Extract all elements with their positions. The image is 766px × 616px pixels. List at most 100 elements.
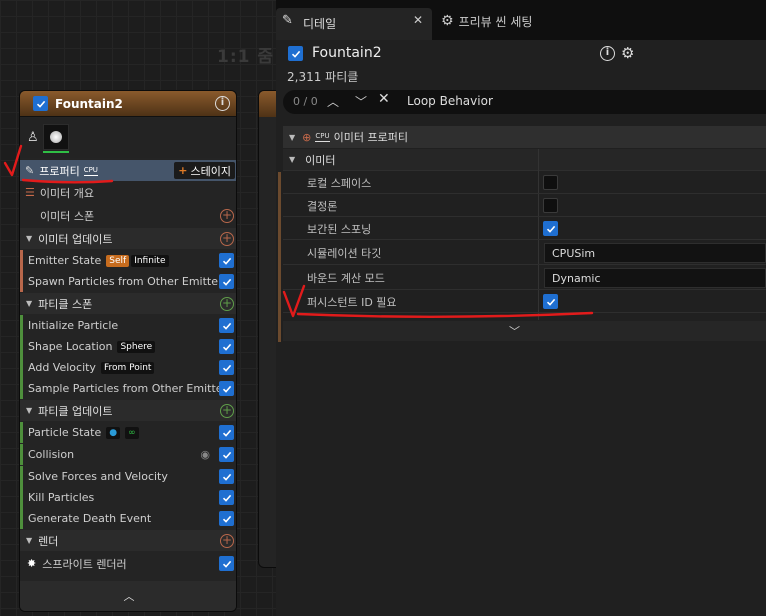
list-icon: ☰	[25, 186, 35, 199]
chevron-up-icon: ︿	[123, 590, 135, 603]
module-row[interactable]: Add Velocity From Point	[20, 357, 236, 378]
cpu-badge: CPU	[315, 132, 330, 142]
search-input[interactable]: Loop Behavior	[407, 94, 493, 108]
property-label: 바운드 계산 모드	[307, 271, 385, 285]
collapse-icon[interactable]: ▼	[289, 133, 295, 142]
add-module-icon[interactable]: +	[220, 208, 234, 223]
interpolated-spawning-checkbox[interactable]	[543, 221, 558, 236]
collapse-icon[interactable]: ▼	[289, 155, 295, 164]
pencil-icon: ✎	[25, 164, 35, 177]
second-emitter-node[interactable]	[258, 90, 278, 568]
section-label: 파티클 업데이트	[38, 404, 113, 418]
gear-icon: ⚙	[441, 13, 454, 29]
info-icon[interactable]: i	[600, 46, 615, 61]
module-enable-checkbox[interactable]	[219, 274, 234, 289]
module-row[interactable]: Shape Location Sphere	[20, 336, 236, 357]
module-label: Add Velocity	[28, 361, 96, 374]
module-row[interactable]: Solve Forces and Velocity	[20, 466, 236, 487]
module-row[interactable]: Collision ◉	[20, 444, 236, 465]
sim-target-dropdown[interactable]: CPUSim	[544, 243, 766, 263]
eye-icon[interactable]: ◉	[200, 448, 210, 461]
add-module-icon[interactable]: +	[220, 296, 234, 311]
tab-preview-settings[interactable]: ⚙ 프리뷰 씬 세팅	[441, 11, 532, 31]
sprite-icon: ✸	[27, 557, 37, 570]
module-enable-checkbox[interactable]	[219, 447, 234, 462]
clear-search-icon[interactable]: ✕	[378, 91, 390, 107]
persistent-id-checkbox[interactable]	[543, 294, 558, 309]
bounds-mode-dropdown[interactable]: Dynamic	[544, 268, 766, 288]
subcategory-emitter[interactable]: ▼ 이미터	[283, 149, 766, 171]
module-row[interactable]: Initialize Particle	[20, 315, 236, 336]
close-icon[interactable]: ✕	[413, 13, 423, 27]
advanced-expander[interactable]: ﹀	[283, 321, 766, 341]
property-label: 보간된 스포닝	[307, 222, 372, 236]
zoom-label: 1:1 줌	[216, 47, 274, 67]
self-pill: Self	[106, 254, 130, 267]
module-enable-checkbox[interactable]	[219, 360, 234, 375]
module-row[interactable]: Emitter State Self Infinite	[20, 250, 236, 271]
determinism-checkbox[interactable]	[543, 198, 558, 213]
category-label: 이미터 프로퍼티	[333, 131, 408, 144]
module-row[interactable]: Sample Particles from Other Emitter	[20, 378, 236, 399]
properties-label: 프로퍼티	[39, 164, 80, 178]
module-row[interactable]: Generate Death Event	[20, 508, 236, 529]
emitter-summary-row[interactable]: ☰ 이미터 개요	[20, 182, 236, 203]
module-label: Emitter State	[28, 254, 102, 267]
tab-details[interactable]: ✎ 디테일 ✕	[276, 8, 432, 40]
module-enable-checkbox[interactable]	[219, 425, 234, 440]
emitter-icon: ⊕	[302, 130, 312, 144]
module-enable-checkbox[interactable]	[219, 381, 234, 396]
module-enable-checkbox[interactable]	[219, 253, 234, 268]
node-title: Fountain2	[55, 97, 123, 111]
module-enable-checkbox[interactable]	[219, 511, 234, 526]
details-title: Fountain2	[312, 45, 382, 61]
module-label: Particle State	[28, 426, 102, 439]
dot-icon: ●	[106, 426, 121, 439]
info-icon[interactable]: i	[215, 96, 230, 111]
chevron-down-icon[interactable]: ﹀	[355, 93, 367, 110]
module-row[interactable]: Kill Particles	[20, 487, 236, 508]
renderer-row[interactable]: ✸ 스프라이트 렌더러	[20, 553, 236, 574]
category-emitter-properties[interactable]: ▼ ⊕ CPU 이미터 프로퍼티	[283, 126, 766, 148]
collapse-node-button[interactable]: ︿	[20, 581, 236, 611]
add-stage-button[interactable]: + 스테이지	[174, 162, 235, 179]
module-enable-checkbox[interactable]	[219, 469, 234, 484]
module-enable-checkbox[interactable]	[219, 318, 234, 333]
properties-row[interactable]: ✎ 프로퍼티 CPU + 스테이지	[20, 160, 236, 181]
module-label: Generate Death Event	[28, 512, 152, 525]
section-label: 이미터 업데이트	[38, 232, 113, 246]
search-result-count: 0 / 0	[293, 95, 318, 108]
module-row[interactable]: Spawn Particles from Other Emitter	[20, 271, 236, 292]
emitter-node[interactable]: Fountain2 i ♙ ✎ 프로퍼티 CPU + 스테이지 ☰ 이미터 개요 …	[19, 90, 237, 612]
tab-label: 프리뷰 씬 세팅	[458, 14, 533, 29]
module-row[interactable]: Particle State ● ∞	[20, 422, 236, 443]
infinity-icon: ∞	[125, 426, 139, 439]
figure-icon: ♙	[27, 130, 39, 145]
property-row-bounds-mode: 바운드 계산 모드 Dynamic	[283, 266, 766, 290]
emitter-thumbnail[interactable]	[43, 124, 69, 150]
add-module-icon[interactable]: +	[220, 403, 234, 418]
local-space-checkbox[interactable]	[543, 175, 558, 190]
module-enable-checkbox[interactable]	[219, 490, 234, 505]
section-particle-spawn[interactable]: ▼ 파티클 스폰 +	[20, 293, 236, 314]
summary-label: 이미터 개요	[39, 186, 94, 200]
property-row-determinism: 결정론	[283, 195, 766, 217]
section-particle-update[interactable]: ▼ 파티클 업데이트 +	[20, 400, 236, 421]
module-enable-checkbox[interactable]	[219, 556, 234, 571]
gear-icon[interactable]: ⚙	[621, 44, 634, 62]
emitter-enable-checkbox[interactable]	[33, 96, 48, 111]
chevron-up-icon[interactable]: ︿	[327, 93, 339, 110]
add-module-icon[interactable]: +	[220, 231, 234, 246]
section-emitter-update[interactable]: ▼ 이미터 업데이트 +	[20, 228, 236, 249]
emitter-spawn-row[interactable]: 이미터 스폰 +	[20, 205, 236, 226]
add-module-icon[interactable]: +	[220, 533, 234, 548]
module-label: Shape Location	[28, 340, 113, 353]
plus-icon: +	[178, 164, 188, 177]
node-header[interactable]: Fountain2 i	[20, 91, 236, 117]
section-render[interactable]: ▼ 렌더 +	[20, 530, 236, 551]
module-enable-checkbox[interactable]	[219, 339, 234, 354]
tab-label: 디테일	[303, 17, 337, 31]
property-row-sim-target: 시뮬레이션 타깃 CPUSim	[283, 241, 766, 265]
second-node-header	[259, 91, 277, 117]
emitter-enable-checkbox[interactable]	[288, 46, 303, 61]
